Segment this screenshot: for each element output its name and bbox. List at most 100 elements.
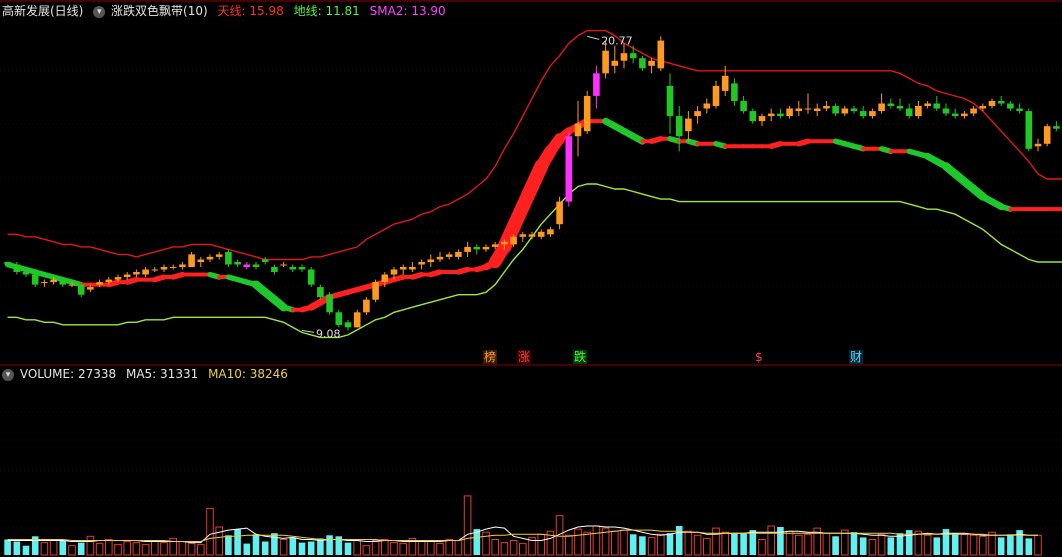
- candle-up[interactable]: [491, 244, 499, 247]
- candle-up[interactable]: [510, 236, 517, 245]
- candle-up[interactable]: [685, 118, 692, 132]
- candle-down[interactable]: [749, 111, 757, 122]
- candle-up[interactable]: [68, 284, 76, 286]
- volume-bar-down[interactable]: [77, 542, 85, 555]
- candle-up[interactable]: [593, 73, 600, 96]
- volume-bar-up[interactable]: [40, 542, 49, 556]
- volume-bar-down[interactable]: [749, 530, 757, 555]
- volume-bar-down[interactable]: [13, 541, 21, 556]
- volume-bar-up[interactable]: [721, 531, 730, 556]
- volume-bar-down[interactable]: [731, 533, 738, 555]
- volume-bar-up[interactable]: [877, 533, 886, 556]
- candle-up[interactable]: [188, 254, 195, 267]
- candle-up[interactable]: [961, 113, 968, 117]
- candle-up[interactable]: [657, 40, 665, 69]
- candle-down[interactable]: [317, 287, 324, 298]
- candle-up[interactable]: [215, 254, 223, 257]
- candle-down[interactable]: [335, 312, 343, 325]
- candle-up[interactable]: [804, 108, 812, 110]
- candle-up[interactable]: [988, 101, 996, 106]
- candle-up[interactable]: [758, 116, 766, 122]
- candle-down[interactable]: [59, 279, 67, 285]
- candle-up[interactable]: [823, 106, 830, 109]
- volume-bar-down[interactable]: [740, 533, 747, 555]
- candle-down[interactable]: [850, 108, 858, 112]
- volume-bar-down[interactable]: [289, 537, 297, 555]
- volume-bar-down[interactable]: [675, 526, 683, 555]
- volume-bar-up[interactable]: [160, 542, 168, 556]
- volume-bar-down[interactable]: [344, 542, 352, 555]
- volume-bar-up[interactable]: [684, 530, 693, 556]
- volume-bar-up[interactable]: [519, 543, 527, 556]
- volume-bar-up[interactable]: [123, 541, 132, 556]
- candle-up[interactable]: [50, 279, 57, 283]
- volume-bar-up[interactable]: [445, 539, 453, 556]
- candle-down[interactable]: [289, 267, 297, 270]
- volume-bar-up[interactable]: [206, 507, 214, 556]
- volume-bar-up[interactable]: [454, 540, 463, 556]
- volume-bar-up[interactable]: [785, 530, 794, 556]
- candle-down[interactable]: [629, 53, 637, 59]
- volume-bar-up[interactable]: [620, 529, 628, 556]
- volume-bar-down[interactable]: [1007, 534, 1014, 555]
- volume-bar-down[interactable]: [22, 545, 30, 555]
- candle-up[interactable]: [583, 96, 591, 132]
- candle-up[interactable]: [353, 312, 361, 328]
- volume-bar-up[interactable]: [841, 529, 849, 556]
- candle-up[interactable]: [445, 254, 453, 257]
- volume-bar-up[interactable]: [381, 539, 389, 556]
- marker-zhang[interactable]: 涨: [517, 350, 532, 364]
- volume-bar-down[interactable]: [234, 529, 241, 555]
- candle-up[interactable]: [786, 108, 793, 117]
- candle-down[interactable]: [1053, 126, 1060, 129]
- candle-up[interactable]: [427, 259, 435, 263]
- volume-bar-up[interactable]: [68, 545, 76, 556]
- volume-bar-down[interactable]: [298, 542, 306, 555]
- candle-up[interactable]: [574, 123, 582, 137]
- candle-up[interactable]: [114, 277, 122, 280]
- candle-up[interactable]: [602, 50, 609, 74]
- volume-bar-up[interactable]: [647, 536, 656, 556]
- volume-bar-up[interactable]: [537, 533, 546, 556]
- volume-bar-up[interactable]: [197, 544, 205, 556]
- volume-bar-down[interactable]: [859, 537, 867, 555]
- candle-up[interactable]: [979, 106, 987, 109]
- volume-bar-up[interactable]: [362, 545, 371, 556]
- candle-up[interactable]: [501, 241, 508, 245]
- volume-bar-up[interactable]: [417, 540, 426, 556]
- volume-bar-down[interactable]: [4, 539, 11, 556]
- candle-up[interactable]: [813, 108, 821, 112]
- candle-up[interactable]: [142, 269, 149, 275]
- candle-up[interactable]: [767, 113, 775, 117]
- candle-up[interactable]: [1034, 143, 1042, 147]
- candle-up[interactable]: [970, 108, 977, 114]
- volume-bar-up[interactable]: [1034, 534, 1042, 556]
- volume-bar-up[interactable]: [592, 525, 601, 556]
- candle-down[interactable]: [1007, 103, 1014, 109]
- candle-up[interactable]: [123, 274, 131, 278]
- volume-bar-up[interactable]: [795, 534, 803, 556]
- volume-bar-up[interactable]: [758, 539, 766, 556]
- candle-up[interactable]: [418, 262, 425, 265]
- volume-bar-down[interactable]: [777, 527, 784, 555]
- candle-up[interactable]: [841, 108, 849, 114]
- volume-bar-up[interactable]: [583, 531, 592, 556]
- candle-up[interactable]: [620, 53, 628, 61]
- candle-down[interactable]: [740, 101, 747, 112]
- chart-title[interactable]: 高新发展(日线): [2, 4, 83, 18]
- marker-cai[interactable]: 财: [849, 350, 864, 364]
- candle-up[interactable]: [179, 264, 186, 268]
- volume-bar-up[interactable]: [969, 534, 978, 556]
- marker-die[interactable]: 跌: [573, 350, 588, 364]
- candle-up[interactable]: [133, 272, 140, 275]
- candle-up[interactable]: [455, 251, 462, 257]
- candle-down[interactable]: [234, 262, 241, 265]
- candle-down[interactable]: [997, 101, 1005, 104]
- candle-down[interactable]: [731, 83, 738, 101]
- candle-up[interactable]: [280, 264, 287, 266]
- candle-up[interactable]: [721, 75, 729, 91]
- volume-bar-down[interactable]: [887, 537, 895, 555]
- volume-bar-down[interactable]: [666, 533, 674, 555]
- volume-bar-up[interactable]: [151, 540, 159, 556]
- volume-bar-up[interactable]: [49, 539, 58, 556]
